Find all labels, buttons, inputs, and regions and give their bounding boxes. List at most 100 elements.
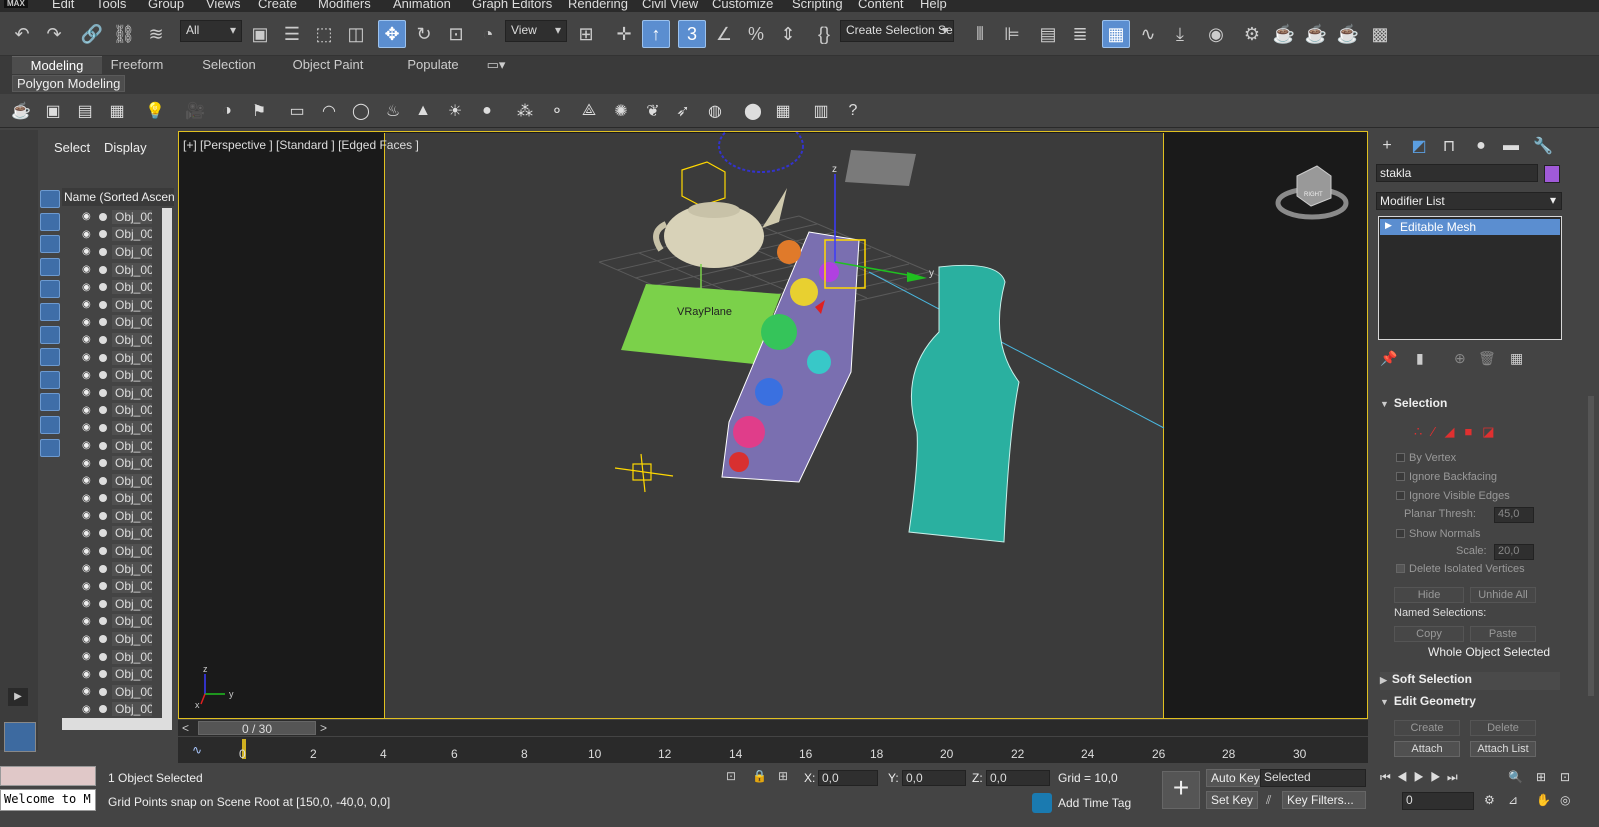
redo-icon[interactable]: ↷	[40, 20, 68, 48]
keyboard-shortcut-override-icon[interactable]: ↑	[642, 20, 670, 48]
vray-spot-light-icon[interactable]: ▲	[410, 99, 436, 123]
filter-groups-icon[interactable]	[40, 325, 60, 344]
filter-shapes-icon[interactable]	[40, 212, 60, 231]
list-item[interactable]: ◉ Obj_000	[62, 419, 162, 437]
panel-scrollbar[interactable]	[1588, 396, 1594, 696]
vray-lister-icon[interactable]: ▦	[770, 99, 796, 123]
visibility-eye-icon[interactable]: ◉	[82, 686, 96, 697]
maxscript-listener[interactable]	[0, 766, 96, 786]
select-object-icon[interactable]: ▣	[246, 20, 274, 48]
unlink-icon[interactable]: ⛓	[110, 20, 138, 48]
selection-lock-icon[interactable]: 🔒	[752, 769, 767, 783]
filter-hidden-icon[interactable]	[40, 438, 60, 457]
vray-light-plane-icon[interactable]: ▭	[284, 99, 310, 123]
explorer-horizontal-scrollbar[interactable]	[62, 718, 172, 730]
visibility-eye-icon[interactable]: ◉	[82, 370, 96, 381]
named-selection-dropdown[interactable]: Create Selection Se	[840, 20, 954, 42]
list-item[interactable]: ◉ Obj_000	[62, 665, 162, 683]
list-item[interactable]: ◉ Obj_000	[62, 437, 162, 455]
visibility-eye-icon[interactable]: ◉	[82, 563, 96, 574]
list-item[interactable]: ◉ Obj_000	[62, 261, 162, 279]
create-button[interactable]: Create	[1394, 720, 1460, 736]
planar-thresh-spinner[interactable]: 45,0	[1494, 507, 1534, 523]
time-slider-thumb[interactable]: 0 / 30	[198, 721, 316, 736]
select-manipulate-icon[interactable]: ✛	[610, 20, 638, 48]
list-item[interactable]: ◉ Obj_000	[62, 560, 162, 578]
rollup-soft-selection[interactable]: ▶ Soft Selection	[1380, 672, 1560, 690]
menu-tools[interactable]: Tools	[96, 0, 126, 11]
time-prev-icon[interactable]: <	[182, 721, 189, 735]
scale-spinner[interactable]: 20,0	[1494, 544, 1534, 560]
maxscript-mini-listener[interactable]: Welcome to M	[0, 789, 96, 811]
time-tag-icon[interactable]	[1032, 793, 1052, 813]
motion-panel-icon[interactable]: ●	[1468, 134, 1494, 158]
playback-controls[interactable]: ⏮◀▶▶⏭	[1380, 770, 1464, 785]
visibility-eye-icon[interactable]: ◉	[82, 510, 96, 521]
visibility-eye-icon[interactable]: ◉	[82, 616, 96, 627]
undo-icon[interactable]: ↶	[8, 20, 36, 48]
modify-panel-icon[interactable]: ◩	[1406, 134, 1432, 158]
list-item[interactable]: ◉ Obj_000	[62, 683, 162, 701]
time-next-icon[interactable]: >	[320, 721, 327, 735]
filter-geometry-icon[interactable]	[40, 190, 60, 208]
configure-sets-icon[interactable]: ▦	[1510, 350, 1523, 367]
snaps-toggle-icon[interactable]: 3	[678, 20, 706, 48]
camera-icon[interactable]: 🎥	[182, 99, 208, 123]
visibility-eye-icon[interactable]: ◉	[82, 528, 96, 539]
list-item[interactable]: ◉ Obj_000	[62, 331, 162, 349]
list-item[interactable]: ◉ Obj_000	[62, 577, 162, 595]
vray-proxy-icon[interactable]: ⁂	[512, 99, 538, 123]
list-item[interactable]: ◉ Obj_000	[62, 454, 162, 472]
make-unique-icon[interactable]: ⊕	[1454, 350, 1466, 367]
visibility-eye-icon[interactable]: ◉	[82, 598, 96, 609]
gray-plane[interactable]	[845, 150, 916, 186]
delete-isolated-checkbox[interactable]: Delete Isolated Vertices	[1396, 563, 1525, 575]
viewcube[interactable]: RIGHT	[1275, 165, 1349, 220]
orbit-icon[interactable]: ◎	[1560, 793, 1570, 807]
visibility-eye-icon[interactable]: ◉	[82, 334, 96, 345]
y-coord-field[interactable]: 0,0	[902, 770, 966, 786]
play-icon[interactable]: ▶	[8, 688, 28, 706]
polygon-modeling-panel[interactable]: Polygon Modeling	[12, 75, 126, 92]
time-config-icon[interactable]: ⚙	[1484, 793, 1495, 807]
select-move-icon[interactable]: ✥	[378, 20, 406, 48]
remove-modifier-icon[interactable]: 🗑	[1478, 350, 1496, 367]
modifier-list-dropdown[interactable]: Modifier List	[1376, 192, 1562, 210]
teapot-icon[interactable]: ☕	[8, 99, 34, 123]
explorer-column-header[interactable]: Name (Sorted Ascendi	[62, 188, 174, 206]
explorer-vertical-scrollbar[interactable]	[162, 208, 172, 718]
link-icon[interactable]: 🔗	[78, 20, 106, 48]
time-slider-track[interactable]: < 0 / 30 >	[178, 720, 1368, 736]
select-scale-icon[interactable]: ⊡	[442, 20, 470, 48]
cyan-mesh[interactable]	[908, 264, 1020, 543]
vray-sun-icon[interactable]: ☀	[442, 99, 468, 123]
list-item[interactable]: ◉ Obj_000	[62, 701, 162, 718]
display-panel-icon[interactable]: ▬	[1498, 134, 1524, 158]
material-browser-icon[interactable]: ▤	[72, 99, 98, 123]
visibility-eye-icon[interactable]: ◉	[82, 299, 96, 310]
visibility-eye-icon[interactable]: ◉	[82, 475, 96, 486]
object-name-field[interactable]: stakla	[1376, 164, 1538, 182]
vray-grass-icon[interactable]: ❦	[640, 99, 666, 123]
subobject-icons[interactable]: ∴⁄◢■◪	[1414, 424, 1505, 440]
visibility-eye-icon[interactable]: ◉	[82, 352, 96, 363]
by-vertex-checkbox[interactable]: By Vertex	[1396, 452, 1456, 464]
list-item[interactable]: ◉ Obj_000	[62, 278, 162, 296]
vray-displacement-icon[interactable]: ◍	[702, 99, 728, 123]
copy-button[interactable]: Copy	[1394, 626, 1464, 642]
vray-fur-icon[interactable]: ✺	[608, 99, 634, 123]
material-editor-icon[interactable]: ◉	[1202, 20, 1230, 48]
menu-graph-editors[interactable]: Graph Editors	[472, 0, 552, 11]
vray-plane-icon[interactable]: ⟁	[576, 99, 602, 123]
vray-sphere-icon[interactable]: ◑	[214, 99, 240, 123]
render-iterative-icon[interactable]: ☕	[1334, 20, 1362, 48]
tab-modeling[interactable]: Modeling	[12, 56, 102, 74]
filter-bones-icon[interactable]	[40, 370, 60, 389]
visibility-eye-icon[interactable]: ◉	[82, 634, 96, 645]
show-normals-checkbox[interactable]: Show Normals	[1396, 528, 1481, 540]
dope-sheet-icon[interactable]: ⤓	[1166, 20, 1194, 48]
attach-list-button[interactable]: Attach List	[1470, 741, 1536, 757]
render-frame-icon[interactable]: ▣	[40, 99, 66, 123]
pivot-center-icon[interactable]: ⊞	[572, 20, 600, 48]
track-bar[interactable]: ∿ 0 2 4 6 8 10 12 14 16 18 20 22 24 26 2…	[178, 737, 1368, 763]
